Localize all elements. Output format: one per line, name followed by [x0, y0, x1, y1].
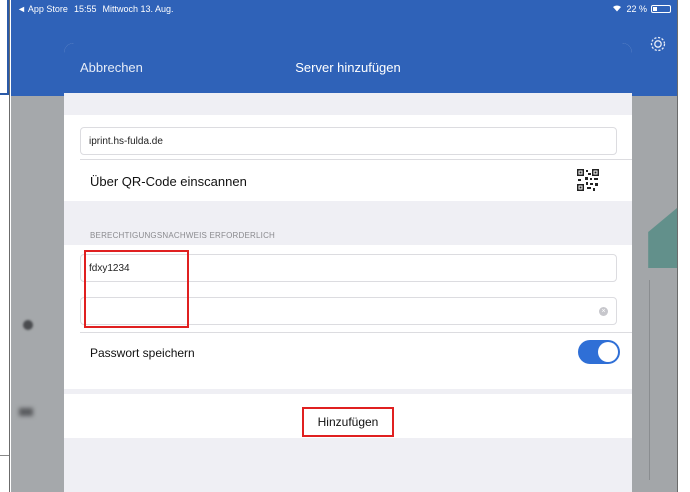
- toggle-knob: [598, 342, 618, 362]
- credentials-section-header: BERECHTIGUNGSNACHWEIS ERFORDERLICH: [90, 231, 276, 240]
- modal-title: Server hinzufügen: [295, 60, 401, 75]
- status-date: Mittwoch 13. Aug.: [102, 4, 174, 14]
- status-bar: ◄ App Store 15:55 Mittwoch 13. Aug. 22 %: [11, 0, 677, 18]
- wifi-icon: [612, 4, 622, 14]
- battery-icon: [651, 5, 671, 13]
- ipad-screen: ◄ App Store 15:55 Mittwoch 13. Aug. 22 %…: [11, 0, 677, 492]
- background-sidebar: [11, 96, 66, 492]
- highlight-credentials: [84, 250, 189, 328]
- status-time: 15:55: [73, 4, 97, 14]
- gear-icon-svg: [650, 36, 666, 52]
- gear-icon[interactable]: [647, 34, 669, 56]
- separator: [80, 159, 632, 160]
- frame-right: [677, 0, 690, 492]
- background-divider: [649, 280, 655, 480]
- server-address-input[interactable]: iprint.hs-fulda.de: [80, 127, 617, 155]
- qr-code-icon[interactable]: [576, 168, 600, 192]
- add-button-label[interactable]: Hinzufügen: [302, 407, 394, 437]
- separator: [80, 332, 632, 333]
- back-to-app-link[interactable]: ◄ App Store: [17, 4, 68, 14]
- frame-marker: [0, 0, 9, 95]
- frame-divider: [0, 455, 9, 456]
- background-blur-element: [23, 320, 33, 330]
- clear-icon[interactable]: ×: [599, 307, 608, 316]
- battery-percent: 22 %: [626, 4, 647, 14]
- scan-qr-label[interactable]: Über QR-Code einscannen: [90, 174, 247, 189]
- background-blur-element: [19, 408, 33, 416]
- save-password-toggle[interactable]: [578, 340, 620, 364]
- modal-nav-bar: Abbrechen Server hinzufügen: [64, 43, 632, 93]
- add-server-modal: Abbrechen Server hinzufügen iprint.hs-fu…: [64, 43, 632, 492]
- save-password-label: Passwort speichern: [90, 346, 195, 360]
- server-address-value: iprint.hs-fulda.de: [89, 135, 163, 147]
- frame-left: [0, 0, 10, 492]
